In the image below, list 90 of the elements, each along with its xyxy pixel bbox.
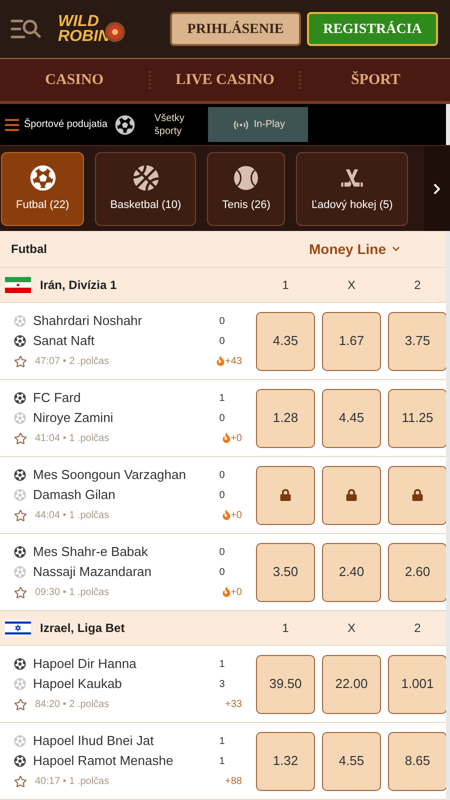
odds-button[interactable]: 1.67 [322,312,381,370]
score: 1 [219,754,225,768]
team-name: Mes Shahr-e Babak [33,543,148,562]
nav-link[interactable]: LIVE CASINO [150,68,300,92]
score: 3 [219,678,225,692]
in-play-tab[interactable]: In-Play [208,107,308,142]
nav-link[interactable]: CASINO [0,68,149,92]
lock-icon [346,489,357,501]
odds-button[interactable]: 2.60 [388,542,447,602]
chevron-right-icon[interactable] [432,182,442,194]
lock-icon [412,489,423,501]
match-time: 40:17 • 1 .polčas [35,774,110,788]
team-name: Hapoel Ihud Bnei Jat [33,732,154,750]
odds-button[interactable]: 4.45 [322,388,381,448]
score: 1 [219,392,225,406]
team-name: Hapoel Dir Hanna [33,655,136,674]
more-markets-count[interactable]: +43 [225,354,242,368]
star-icon[interactable] [14,774,27,788]
odds-button[interactable]: 1.001 [388,654,447,714]
more-markets-count[interactable]: +33 [225,696,242,712]
star-icon[interactable] [14,586,27,598]
sport-tab[interactable]: Tenis (26) [207,152,286,226]
team-name: Nassaji Mazandaran [33,563,152,582]
team-name: Shahrdari Noshahr [33,312,142,330]
score: 0 [219,334,225,348]
team-name: Hapoel Ramot Menashe [33,752,174,770]
column-heading: X [346,277,356,294]
sport-tab[interactable]: Basketbal (10) [95,152,196,226]
sport-title: Futbal [11,241,47,258]
score: 1 [219,734,225,748]
more-markets-count[interactable]: +0 [230,508,242,522]
score: 0 [219,566,225,580]
league-name: Izrael, Liga Bet [40,620,126,637]
login-button[interactable]: PRIHLÁSENIE [170,12,301,46]
column-heading: 2 [413,277,422,294]
column-heading: 2 [413,620,422,637]
match-time: 44:04 • 1 .polčas [35,508,110,522]
menu-search-icon[interactable] [10,17,42,41]
team-name: Niroye Zamini [33,409,114,428]
sport-tab[interactable]: Ľadový hokej (5) [296,152,408,226]
odds-button[interactable]: 11.25 [388,388,447,448]
score: 0 [219,546,225,560]
league-name: Irán, Divízia 1 [40,277,118,294]
odds-button[interactable]: 3.50 [256,542,315,602]
odds-button[interactable]: 22.00 [322,654,381,714]
team-name: Mes Soongoun Varzaghan [33,466,186,484]
star-icon[interactable] [14,432,27,444]
more-markets-count[interactable]: +0 [230,584,242,600]
column-heading: 1 [281,277,290,294]
match-time: 09:30 • 1 .polčas [35,586,110,600]
team-name: Hapoel Kaukab [33,675,122,694]
star-icon[interactable] [14,354,27,368]
lock-icon [280,489,291,501]
star-icon[interactable] [14,698,27,710]
match-time: 47:07 • 2 .polčas [35,354,110,368]
odds-button[interactable]: 1.32 [256,732,315,790]
score: 0 [219,488,225,502]
star-icon[interactable] [14,508,27,522]
market-dropdown[interactable]: Money Line [308,238,400,260]
team-name: Sanat Naft [33,332,94,350]
column-heading: X [346,620,356,637]
menu-icon[interactable] [5,118,19,132]
broadcast-icon [232,118,250,130]
team-name: FC Fard [33,389,81,408]
odds-button[interactable]: 3.75 [388,312,447,370]
register-button[interactable]: REGISTRÁCIA [307,12,438,46]
odds-button[interactable]: 4.35 [256,312,315,370]
score: 0 [219,412,225,426]
nav-link[interactable]: ŠPORT [301,68,450,92]
more-markets-count[interactable]: +0 [230,430,242,446]
sub-tab[interactable]: Všetky športy [154,112,198,138]
score: 0 [219,468,225,482]
odds-button[interactable]: 4.55 [322,732,381,790]
score: 0 [219,314,225,328]
tennis-ball-icon [233,164,260,191]
odds-button[interactable]: 8.65 [388,732,447,790]
score: 1 [219,658,225,672]
odds-button[interactable]: 39.50 [256,654,315,714]
column-heading: 1 [281,620,290,637]
basketball-icon [132,164,159,191]
more-markets-count[interactable]: +88 [225,774,242,788]
match-time: 84:20 • 2 .polčas [35,698,110,712]
team-name: Damash Gilan [33,486,116,504]
odds-button[interactable]: 2.40 [322,542,381,602]
sub-tab[interactable]: Športové podujatia [24,117,108,132]
chevron-down-icon [392,245,400,253]
match-time: 41:04 • 1 .polčas [35,432,110,446]
logo-text: WILD [58,14,99,29]
sport-tab[interactable]: Futbal (22) [1,152,84,226]
odds-button[interactable]: 1.28 [256,388,315,448]
